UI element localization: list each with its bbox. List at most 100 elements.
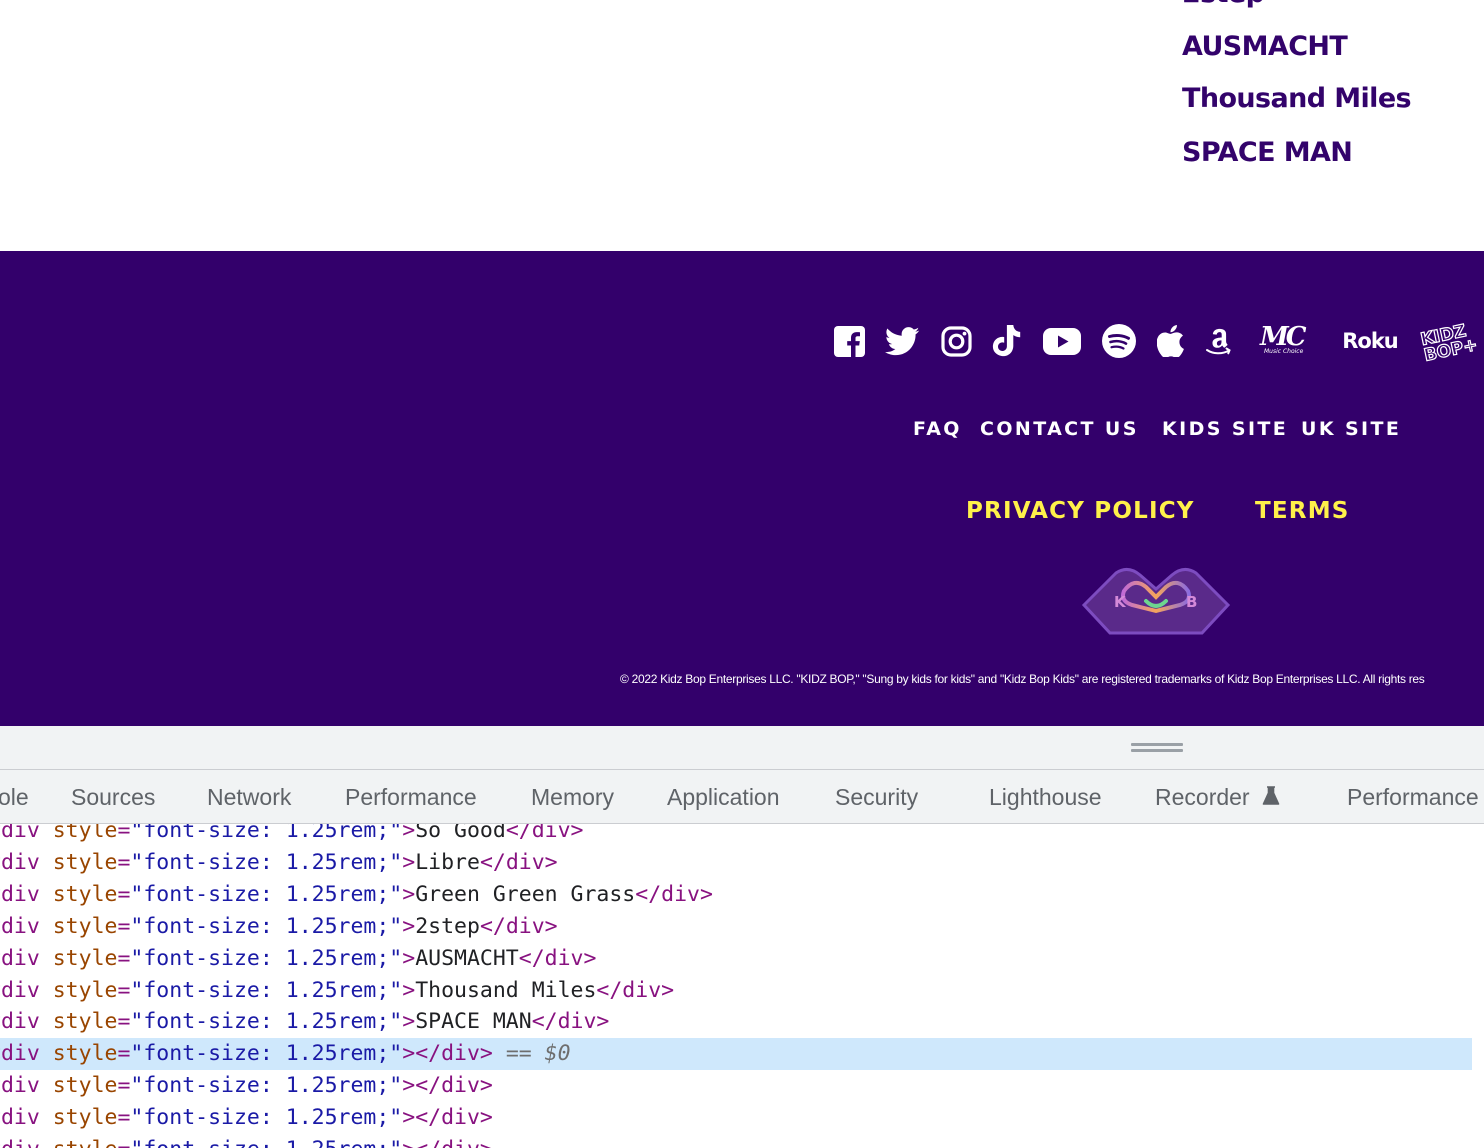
dom-node[interactable]: <div style="font-size: 1.25rem;">Libre</…	[0, 847, 1472, 879]
dom-node[interactable]: <div style="font-size: 1.25rem;">Green G…	[0, 879, 1472, 911]
node-text: AUSMACHT	[415, 945, 519, 971]
tag-open: <div	[0, 849, 40, 875]
song-item[interactable]: Thousand Miles	[1182, 83, 1412, 114]
attr-equals: =	[117, 977, 131, 1003]
tag-open-end: >	[402, 1105, 416, 1131]
tag-open-end: >	[402, 849, 416, 875]
attr-name: style	[52, 849, 118, 875]
dom-node[interactable]: <div style="font-size: 1.25rem;">Thousan…	[0, 975, 1472, 1007]
tiktok-icon[interactable]	[990, 321, 1024, 361]
tag-open: <div	[0, 1073, 40, 1099]
attr-value: "font-size: 1.25rem;"	[130, 1105, 403, 1131]
attr-equals: =	[117, 824, 131, 843]
instagram-icon[interactable]	[939, 321, 973, 361]
tag-close: </div>	[415, 1073, 493, 1099]
youtube-icon[interactable]	[1042, 321, 1082, 361]
tag-close: </div>	[505, 824, 584, 843]
attr-value: "font-size: 1.25rem;"	[130, 1009, 403, 1035]
tab-sources[interactable]: Sources	[71, 784, 155, 811]
tab-console[interactable]: ole	[0, 784, 29, 811]
attr-value: "font-size: 1.25rem;"	[130, 977, 403, 1003]
attr-value: "font-size: 1.25rem;"	[130, 1137, 402, 1148]
tag-open: <div	[0, 824, 40, 843]
tag-close: </div>	[531, 1009, 610, 1035]
tag-close: </div>	[518, 945, 597, 971]
footer-link-terms[interactable]: TERMS	[1255, 498, 1350, 524]
tab-security[interactable]: Security	[835, 784, 918, 811]
amazon-icon[interactable]	[1204, 321, 1234, 361]
attr-equals: =	[117, 849, 131, 875]
tag-close: </div>	[415, 1105, 493, 1131]
node-text: Green Green Grass	[415, 881, 636, 907]
attr-equals: =	[117, 945, 131, 971]
spotify-icon[interactable]	[1101, 321, 1137, 361]
selected-var: $0	[544, 1041, 571, 1067]
devtools-resize-bar[interactable]	[0, 726, 1484, 770]
tag-close: </div>	[596, 977, 675, 1003]
tab-performance-insights[interactable]: Performance	[1347, 784, 1479, 811]
dom-node[interactable]: <div style="font-size: 1.25rem;"></div>	[0, 1102, 1472, 1134]
dom-node[interactable]: <div style="font-size: 1.25rem;">2step</…	[0, 911, 1472, 943]
node-text: So Good	[415, 824, 506, 843]
elements-panel: <div style="font-size: 1.25rem;">So Good…	[0, 824, 1484, 1148]
attr-name: style	[52, 1073, 118, 1099]
tab-lighthouse[interactable]: Lighthouse	[989, 784, 1102, 811]
dom-node[interactable]: <div style="font-size: 1.25rem;"></div>	[0, 1134, 1472, 1148]
tag-close: </div>	[635, 881, 713, 907]
dom-node[interactable]: <div style="font-size: 1.25rem;">SPACE M…	[0, 1006, 1472, 1038]
dom-node[interactable]: <div style="font-size: 1.25rem;">AUSMACH…	[0, 943, 1472, 975]
tag-close: </div>	[415, 1137, 493, 1148]
attr-value: "font-size: 1.25rem;"	[130, 1073, 403, 1099]
facebook-icon[interactable]	[832, 321, 866, 361]
attr-name: style	[52, 1009, 118, 1035]
song-item[interactable]: AUSMACHT	[1182, 31, 1348, 62]
tag-open: <div	[0, 913, 40, 939]
tag-open-end: >	[402, 945, 416, 971]
tag-open: <div	[0, 1137, 53, 1148]
attr-equals: =	[117, 1073, 131, 1099]
footer-link-privacy-policy[interactable]: PRIVACY POLICY	[966, 498, 1195, 524]
attr-equals: =	[117, 1105, 131, 1131]
song-item-partial[interactable]: 2step	[1182, 0, 1265, 9]
attr-equals: =	[117, 1137, 130, 1148]
tag-open: <div	[0, 881, 40, 907]
tag-open: <div	[0, 1105, 40, 1131]
dom-node[interactable]: <div style="font-size: 1.25rem;">So Good…	[0, 824, 1472, 847]
tag-close: </div>	[415, 1041, 493, 1067]
roku-icon[interactable]: Roku	[1337, 321, 1403, 361]
copyright-text: © 2022 Kidz Bop Enterprises LLC. "KIDZ B…	[620, 672, 1425, 686]
footer-link-contact-us[interactable]: CONTACT US	[980, 418, 1139, 440]
song-item[interactable]: SPACE MAN	[1182, 137, 1353, 168]
tab-recorder[interactable]: Recorder	[1155, 784, 1280, 811]
twitter-icon[interactable]	[884, 321, 920, 361]
attr-name: style	[52, 1105, 118, 1131]
tag-close: </div>	[479, 913, 558, 939]
attr-value: "font-size: 1.25rem;"	[130, 849, 403, 875]
attr-value: "font-size: 1.25rem;"	[130, 824, 403, 843]
tab-network[interactable]: Network	[207, 784, 291, 811]
music-choice-icon[interactable]: MC Music Choice	[1254, 321, 1320, 361]
attr-value: "font-size: 1.25rem;"	[130, 1041, 403, 1067]
tag-close: </div>	[479, 849, 558, 875]
footer-link-faq[interactable]: FAQ	[913, 418, 962, 440]
footer-link-uk-site[interactable]: UK SITE	[1301, 418, 1401, 440]
tag-open-end: >	[402, 1009, 416, 1035]
site-footer: MC Music Choice Roku KIDZ BOP+ FAQ CONTA…	[0, 251, 1484, 726]
dom-node-selected[interactable]: <div style="font-size: 1.25rem;"></div> …	[0, 1038, 1472, 1071]
tag-open-end: >	[402, 881, 416, 907]
tab-memory[interactable]: Memory	[531, 784, 614, 811]
drag-handle-icon[interactable]	[1131, 743, 1183, 752]
svg-text:K: K	[1114, 593, 1127, 611]
dom-node[interactable]: <div style="font-size: 1.25rem;"></div>	[0, 1070, 1472, 1102]
apple-icon[interactable]	[1155, 321, 1185, 361]
attr-equals: =	[117, 913, 131, 939]
kidz-bop-plus-icon[interactable]: KIDZ BOP+	[1418, 317, 1484, 367]
attr-name: style	[52, 824, 118, 843]
node-text: Thousand Miles	[415, 977, 597, 1003]
tab-application[interactable]: Application	[667, 784, 780, 811]
tab-performance[interactable]: Performance	[345, 784, 477, 811]
footer-link-kids-site[interactable]: KIDS SITE	[1162, 418, 1288, 440]
attr-value: "font-size: 1.25rem;"	[130, 881, 403, 907]
selected-marker: ==	[492, 1041, 545, 1067]
tag-open: <div	[0, 945, 40, 971]
